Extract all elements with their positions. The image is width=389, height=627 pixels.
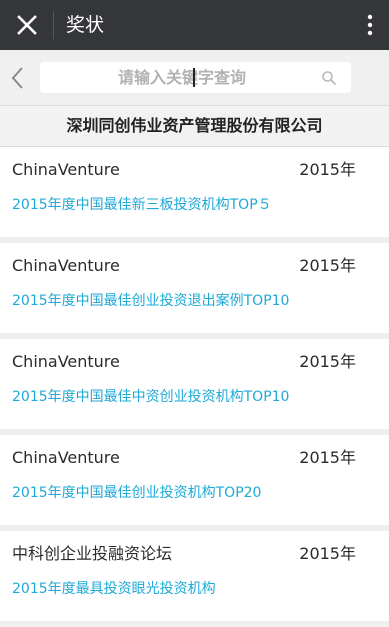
chevron-left-icon[interactable] [8, 65, 28, 91]
award-name: 2015年度中国最佳中资创业投资机构TOP10 [12, 389, 290, 405]
award-org: 中科创企业投融资论坛 [12, 544, 173, 563]
award-year: 2015年 [299, 448, 356, 467]
company-name-header: 深圳同创伟业资产管理股份有限公司 [0, 105, 389, 147]
app-header: 奖状 [0, 0, 389, 50]
award-year: 2015年 [299, 352, 356, 371]
award-name: 2015年度中国最佳创业投资机构TOP20 [12, 485, 262, 501]
award-name: 2015年度中国最佳创业投资退出案例TOP10 [12, 293, 290, 309]
text-cursor [193, 68, 195, 87]
more-vertical-icon[interactable] [365, 11, 375, 39]
award-org: ChinaVenture [12, 160, 120, 179]
page-title: 奖状 [66, 14, 105, 36]
award-card[interactable]: 中科创企业投融资论坛 2015年 2015年度最具投资眼光投资机构 [0, 531, 389, 621]
award-year: 2015年 [299, 256, 356, 275]
award-name: 2015年度中国最佳新三板投资机构TOP５ [12, 197, 272, 213]
search-bar [0, 50, 389, 105]
search-input[interactable] [40, 62, 320, 93]
award-list: ChinaVenture 2015年 2015年度中国最佳新三板投资机构TOP５… [0, 147, 389, 627]
award-org: ChinaVenture [12, 448, 120, 467]
award-org: ChinaVenture [12, 256, 120, 275]
award-card[interactable]: ChinaVenture 2015年 2015年度中国最佳新三板投资机构TOP５ [0, 147, 389, 237]
award-year: 2015年 [299, 160, 356, 179]
award-card[interactable]: ChinaVenture 2015年 2015年度中国最佳创业投资机构TOP20 [0, 435, 389, 525]
close-icon[interactable] [13, 11, 41, 39]
award-org: ChinaVenture [12, 352, 120, 371]
search-box [40, 62, 351, 93]
award-year: 2015年 [299, 544, 356, 563]
search-icon[interactable] [321, 70, 337, 86]
award-card[interactable]: ChinaVenture 2015年 2015年度中国最佳创业投资退出案例TOP… [0, 243, 389, 333]
award-card[interactable]: ChinaVenture 2015年 2015年度中国最佳中资创业投资机构TOP… [0, 339, 389, 429]
award-name: 2015年度最具投资眼光投资机构 [12, 581, 216, 597]
header-divider [53, 11, 54, 39]
